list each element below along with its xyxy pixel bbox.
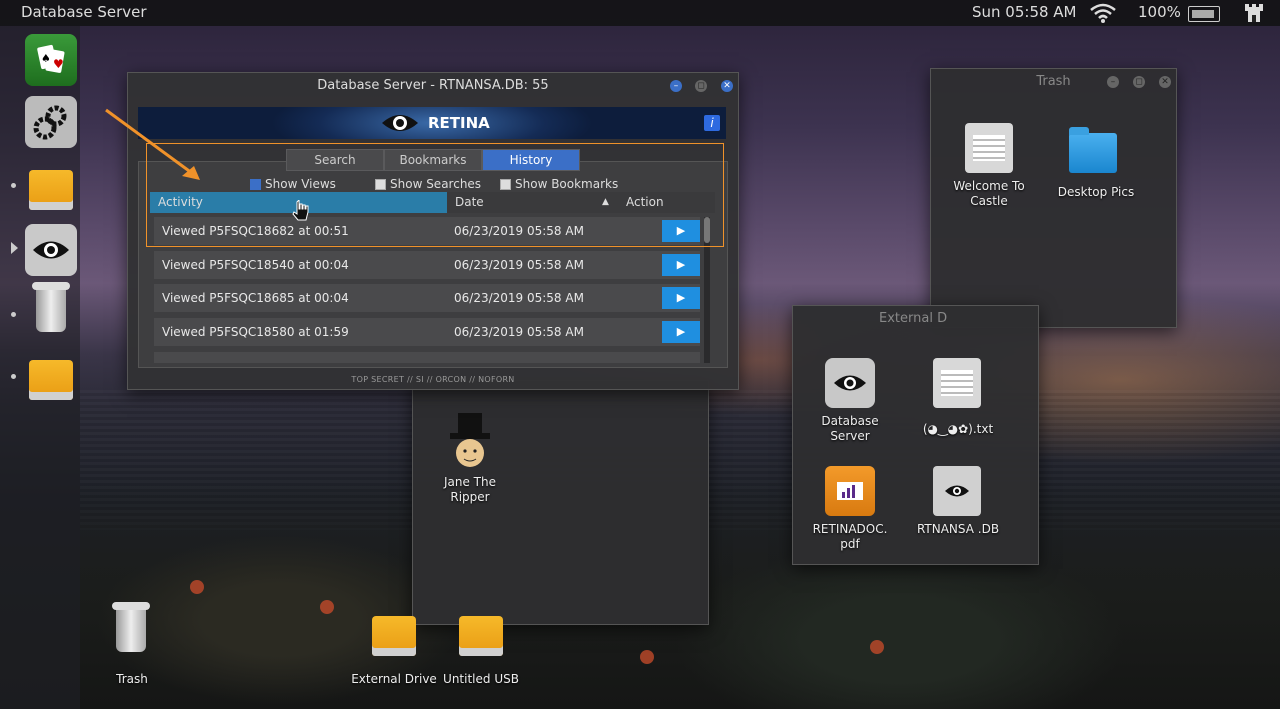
retina-banner: RETINA i [138,107,726,139]
info-button[interactable]: i [704,115,720,131]
eye-logo-icon [382,115,418,131]
solitaire-icon[interactable]: ♥ ♠ [25,34,77,86]
maximize-icon[interactable]: ◻ [1133,76,1145,88]
row-date: 06/23/2019 05:58 AM [454,258,584,272]
jane-window[interactable]: Jane The Ripper [412,380,709,625]
text-file-label: (◕‿◕✿).txt [922,422,994,436]
settings-gears-icon[interactable] [25,96,77,148]
classification-footer: TOP SECRET // SI // ORCON // NOFORN [351,375,515,384]
minimize-icon[interactable]: – [1107,76,1119,88]
tutorial-highlight-box [146,143,724,247]
table-row[interactable]: Viewed P5FSQC18580 at 01:59 06/23/2019 0… [154,318,700,346]
castle-icon[interactable] [1243,2,1265,29]
wifi-icon[interactable] [1089,2,1117,28]
dock: ♥ ♠ [0,26,80,709]
mouse-pointer-icon [292,200,309,221]
desktop-external-drive-label: External Drive [351,672,437,686]
trash-window[interactable]: Trash – ◻ ✕ Welcome To Castle Desktop Pi… [930,68,1177,328]
row-date: 06/23/2019 05:58 AM [454,291,584,305]
desktop-trash-icon[interactable] [112,602,150,652]
retinadoc-pdf-label: RETINADOC. pdf [812,522,888,551]
svg-text:♥: ♥ [53,57,64,71]
jane-the-ripper-icon[interactable] [446,413,492,479]
jane-the-ripper-label: Jane The Ripper [443,475,496,504]
external-drive-window[interactable]: External D Database Server (◕‿◕✿).txt RE… [792,305,1039,565]
desktop-usb-label: Untitled USB [443,672,519,686]
table-row[interactable]: Viewed P5FSQC18685 at 00:04 06/23/2019 0… [154,284,700,312]
folder-icon[interactable] [1069,127,1117,173]
retina-brand-text: RETINA [428,114,490,132]
svg-text:♠: ♠ [41,52,51,65]
maximize-icon[interactable]: ◻ [695,80,707,92]
wallpaper-flower [190,580,204,594]
play-button[interactable]: ▶ [662,254,700,276]
row-activity: Viewed P5FSQC18685 at 00:04 [162,291,349,305]
desktop-usb-icon[interactable] [459,616,503,656]
trash-icon[interactable] [25,282,77,336]
tutorial-arrow-icon [105,108,200,180]
minimize-icon[interactable]: – [670,80,682,92]
external-drive-icon[interactable] [25,164,77,216]
wallpaper-flower [640,650,654,664]
dock-running-dot [11,183,16,188]
dock-active-indicator [11,242,18,254]
row-activity: Viewed P5FSQC18580 at 01:59 [162,325,349,339]
active-app-title: Database Server [21,3,147,21]
table-row[interactable]: Viewed P5FSQC18540 at 00:04 06/23/2019 0… [154,251,700,279]
wallpaper-flower [870,640,884,654]
pdf-chart-icon[interactable] [825,466,875,516]
row-date: 06/23/2019 05:58 AM [454,325,584,339]
welcome-to-castle-label: Welcome To Castle [953,179,1025,208]
retina-logo: RETINA [380,111,490,135]
wallpaper-flower [320,600,334,614]
battery-icon[interactable] [1188,6,1220,22]
play-button[interactable]: ▶ [662,321,700,343]
desktop-pics-label: Desktop Pics [1057,185,1135,199]
text-file-icon[interactable] [933,358,981,408]
desktop-external-drive-icon[interactable] [372,616,416,656]
table-row-partial[interactable] [154,352,700,363]
external-window-title: External D [879,311,948,326]
retina-eye-icon[interactable] [25,224,77,276]
rtnansa-db-label: RTNANSA .DB [916,522,1000,536]
battery-percent: 100% [1138,3,1181,21]
database-server-app-icon[interactable] [825,358,875,408]
usb-drive-icon[interactable] [25,354,77,406]
document-icon[interactable] [965,123,1013,173]
dock-running-dot [11,374,16,379]
dock-running-dot [11,312,16,317]
window-title: Database Server - RTNANSA.DB: 55 [317,78,549,93]
clock[interactable]: Sun 05:58 AM [972,3,1077,21]
close-icon[interactable]: ✕ [721,80,733,92]
db-file-icon[interactable] [933,466,981,516]
top-bar: Database Server Sun 05:58 AM 100% [0,0,1280,26]
play-button[interactable]: ▶ [662,287,700,309]
close-icon[interactable]: ✕ [1159,76,1171,88]
desktop-trash-label: Trash [116,672,148,686]
row-activity: Viewed P5FSQC18540 at 00:04 [162,258,349,272]
database-server-label: Database Server [821,414,879,443]
